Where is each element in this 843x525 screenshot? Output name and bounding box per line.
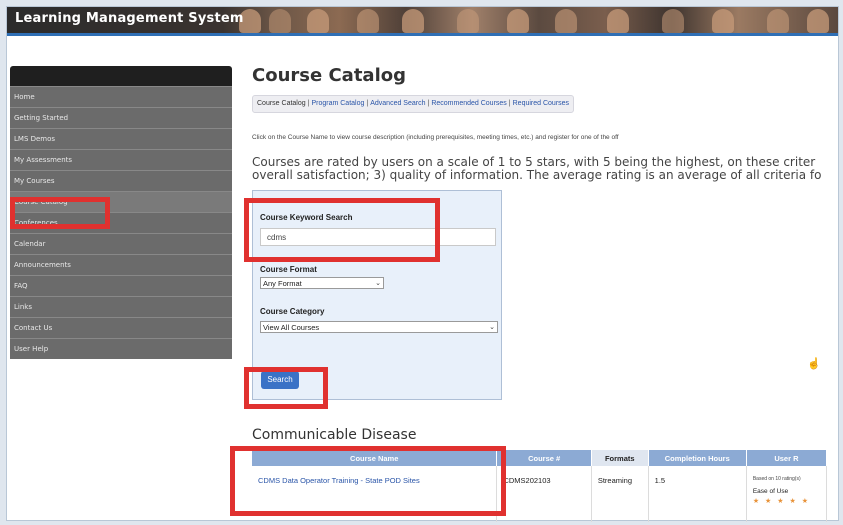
sidebar-item-faq[interactable]: FAQ	[10, 275, 232, 296]
course-number-cell: CDMS202103	[496, 466, 592, 522]
sidebar-item-links[interactable]: Links	[10, 296, 232, 317]
keyword-search-label: Course Keyword Search	[260, 213, 353, 222]
ratings-explanation: Courses are rated by users on a scale of…	[252, 156, 822, 182]
rating-criteria-label: Ease of Use	[752, 488, 789, 495]
results-table: Course Name Course # Formats Completion …	[252, 450, 828, 522]
course-category-select[interactable]: View All Courses ⌄	[260, 321, 498, 333]
banner-divider	[7, 33, 838, 36]
course-category-value: View All Courses	[263, 323, 320, 332]
sidebar-item-contact-us[interactable]: Contact Us	[10, 317, 232, 338]
catalog-nav-program-catalog[interactable]: Program Catalog	[311, 100, 364, 107]
sidebar-header	[10, 66, 232, 86]
course-format-value: Any Format	[263, 279, 302, 288]
course-category-label: Course Category	[260, 307, 325, 316]
col-user-rating[interactable]: User R	[746, 450, 828, 466]
chevron-down-icon: ⌄	[375, 280, 381, 287]
rating-count: Based on 10 rating(s)	[752, 476, 801, 482]
sidebar-item-lms-demos[interactable]: LMS Demos	[10, 128, 232, 149]
mouse-cursor-icon: ☝	[807, 358, 821, 370]
page-title: Course Catalog	[252, 65, 406, 86]
chevron-down-icon: ⌄	[489, 324, 495, 331]
course-search-panel: Course Keyword Search cdms Course Format…	[252, 190, 502, 400]
table-row: CDMS Data Operator Training - State POD …	[252, 466, 828, 522]
catalog-nav-advanced-search[interactable]: Advanced Search	[370, 100, 425, 107]
col-completion-hours[interactable]: Completion Hours	[648, 450, 747, 466]
sidebar-item-calendar[interactable]: Calendar	[10, 233, 232, 254]
sidebar-item-my-assessments[interactable]: My Assessments	[10, 149, 232, 170]
course-format-select[interactable]: Any Format ⌄	[260, 277, 384, 289]
course-format-label: Course Format	[260, 265, 317, 274]
sidebar-nav: Home Getting Started LMS Demos My Assess…	[10, 66, 232, 359]
app-title: Learning Management System	[15, 11, 244, 26]
sidebar-item-conferences[interactable]: Conferences	[10, 212, 232, 233]
col-course-number[interactable]: Course #	[496, 450, 592, 466]
star-rating-icon: ★ ★ ★ ★ ★	[752, 498, 810, 505]
col-course-name[interactable]: Course Name	[252, 450, 498, 466]
intro-text: Click on the Course Name to view course …	[252, 134, 619, 141]
sidebar-item-user-help[interactable]: User Help	[10, 338, 232, 359]
sidebar-item-getting-started[interactable]: Getting Started	[10, 107, 232, 128]
ratings-line-2: overall satisfaction; 3) quality of info…	[252, 168, 822, 182]
course-name-link[interactable]: CDMS Data Operator Training - State POD …	[258, 476, 420, 485]
sidebar-item-announcements[interactable]: Announcements	[10, 254, 232, 275]
catalog-nav-recommended-courses[interactable]: Recommended Courses	[431, 100, 506, 107]
sidebar-item-home[interactable]: Home	[10, 86, 232, 107]
user-rating-cell: Based on 10 rating(s) Ease of Use ★ ★ ★ …	[746, 466, 828, 522]
completion-hours-cell: 1.5	[648, 466, 747, 522]
table-header-row: Course Name Course # Formats Completion …	[252, 450, 828, 466]
section-title: Communicable Disease	[252, 427, 417, 443]
sidebar-item-course-catalog[interactable]: Course Catalog	[10, 191, 232, 212]
course-name-cell: CDMS Data Operator Training - State POD …	[252, 466, 498, 522]
catalog-nav-required-courses[interactable]: Required Courses	[513, 100, 569, 107]
col-formats[interactable]: Formats	[591, 450, 649, 466]
catalog-nav-course-catalog[interactable]: Course Catalog	[257, 100, 306, 107]
keyword-search-input[interactable]: cdms	[260, 228, 496, 246]
catalog-nav: Course Catalog | Program Catalog | Advanced …	[252, 95, 575, 113]
search-button[interactable]: Search	[261, 371, 299, 389]
sidebar-item-my-courses[interactable]: My Courses	[10, 170, 232, 191]
course-format-cell: Streaming	[591, 466, 649, 522]
header-banner: Learning Management System	[7, 7, 838, 33]
